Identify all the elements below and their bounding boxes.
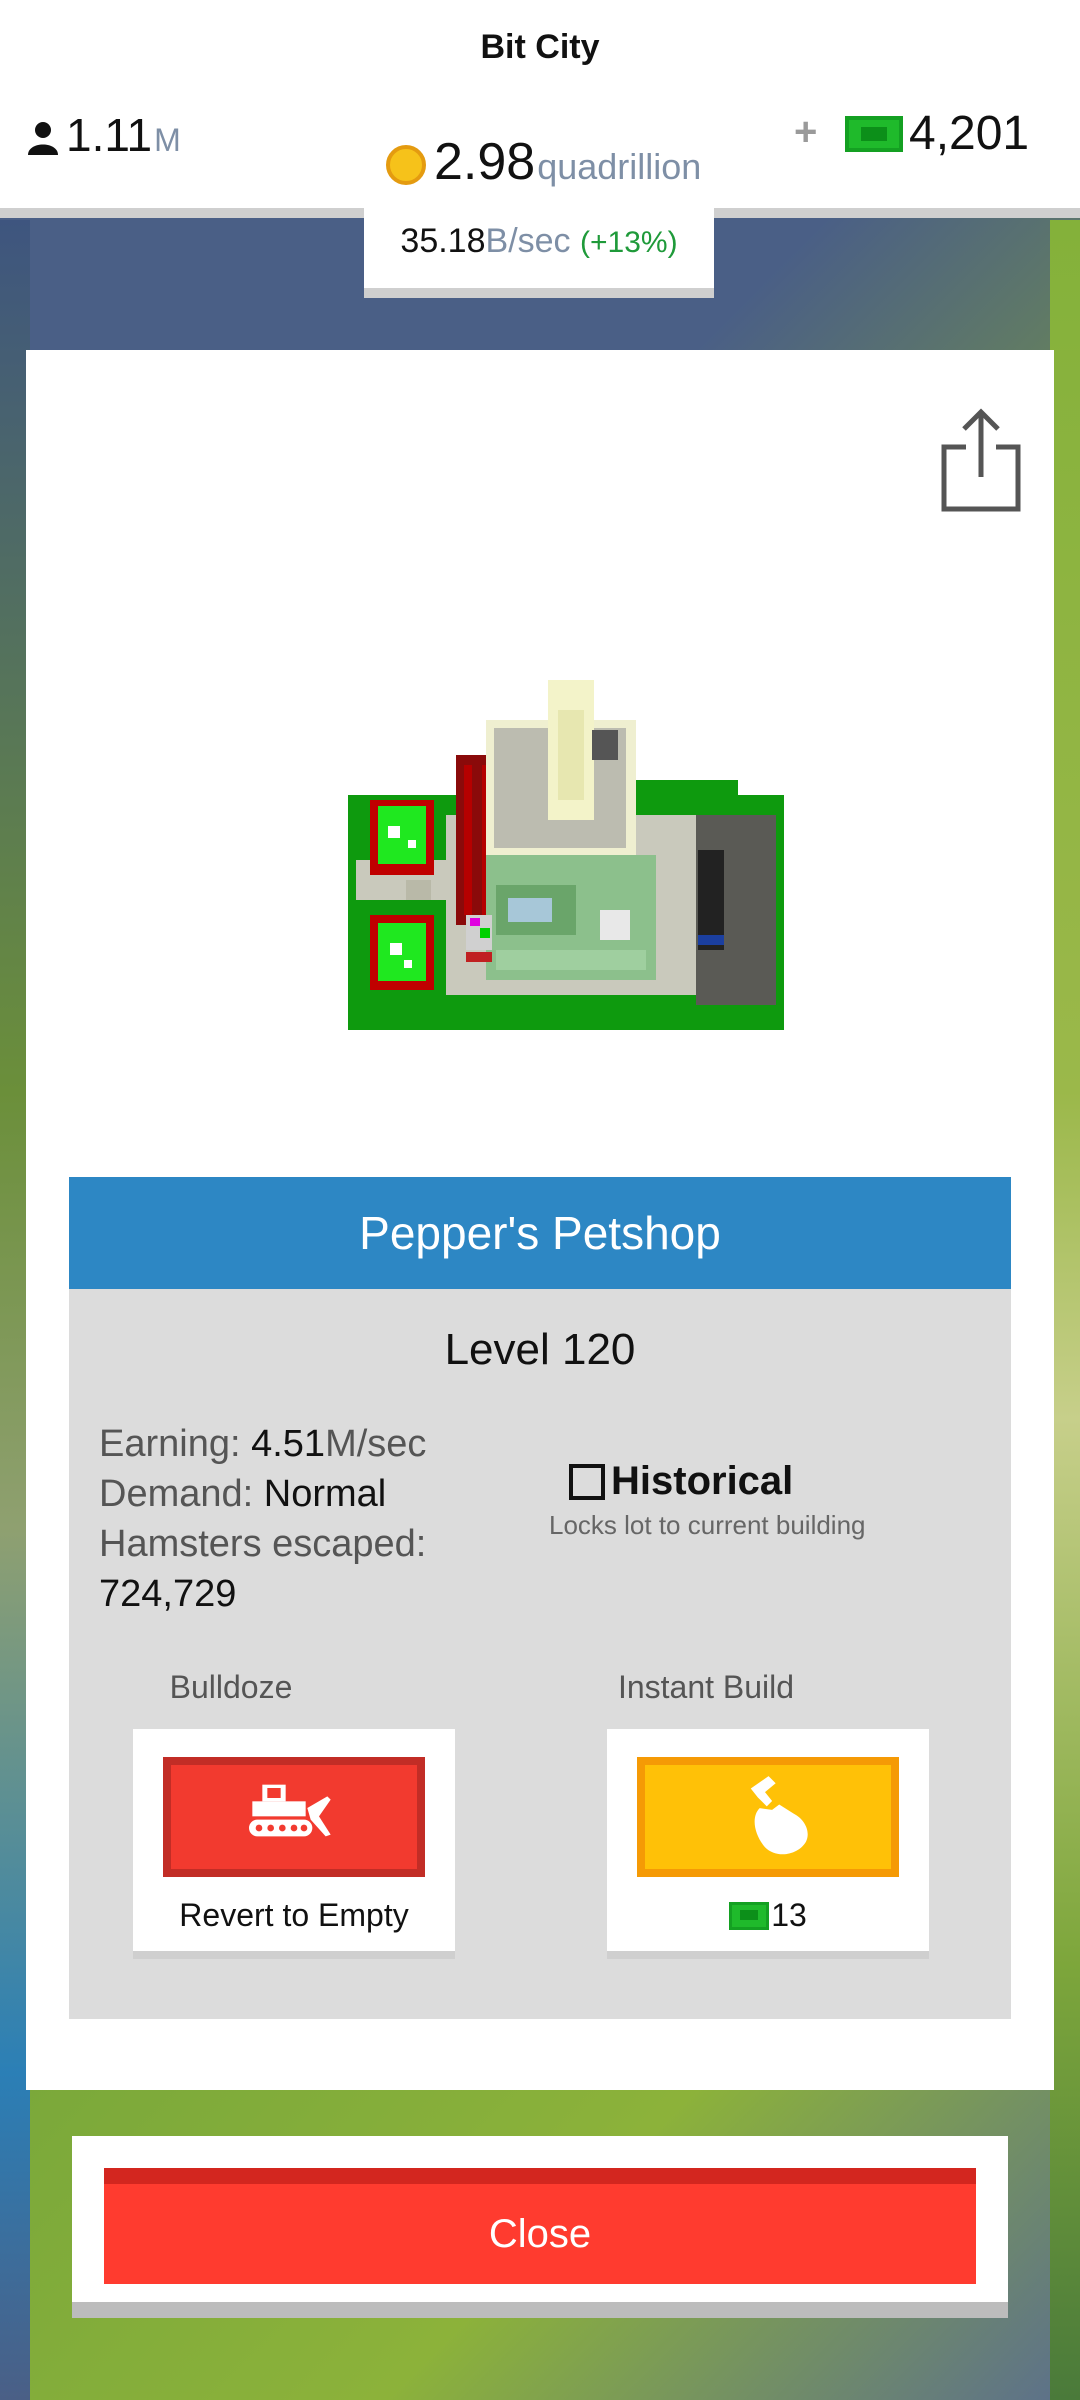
- earning-value: 4.51: [251, 1423, 326, 1465]
- historical-label: Historical: [611, 1459, 794, 1503]
- hamsters-value: 724,729: [99, 1573, 237, 1615]
- close-button[interactable]: Close: [104, 2168, 976, 2284]
- instant-build-label: Instant Build: [617, 1669, 795, 1705]
- bulldozer-icon: [249, 1784, 331, 1837]
- building-info-panel: Level 120 Earning: 4.51M/sec Demand: Nor…: [69, 1289, 1011, 2019]
- instant-build-button[interactable]: [637, 1757, 899, 1877]
- coin-icon: [386, 145, 426, 185]
- population-value: 1.11: [66, 109, 153, 161]
- cash-value: 4,201: [909, 107, 1030, 160]
- demand-value: Normal: [263, 1473, 387, 1515]
- earning-row: Earning: 4.51M/sec: [99, 1419, 426, 1469]
- coins-unit: quadrillion: [537, 146, 702, 187]
- income-rate: 35.18B/sec (+13%): [364, 222, 714, 261]
- top-status-bar: Bit City 1.11 M 2.98 quadrillion + 4,201: [0, 0, 1080, 218]
- building-name-bar: Pepper's Petshop: [69, 1177, 1011, 1289]
- population-display: 1.11 M: [26, 108, 181, 162]
- historical-toggle[interactable]: Historical Locks lot to current building: [549, 1459, 866, 1541]
- bulldoze-caption: Revert to Empty: [179, 1897, 409, 1933]
- share-icon[interactable]: [936, 405, 1026, 515]
- coins-display: 2.98 quadrillion: [386, 132, 701, 192]
- building-voxel-image: [348, 680, 784, 1030]
- map-background-right: [1050, 220, 1080, 2400]
- instant-build-cost-value: 13: [771, 1897, 807, 1933]
- cash-icon: [729, 1901, 770, 1930]
- rate-bonus: (+13%): [580, 226, 678, 259]
- rate-value: 35.18: [400, 222, 486, 260]
- building-stats: Earning: 4.51M/sec Demand: Normal Hamste…: [99, 1419, 426, 1619]
- instant-build-cost: 13: [607, 1897, 929, 1934]
- cash-icon: [845, 115, 903, 152]
- population-unit: M: [154, 122, 181, 158]
- demand-label: Demand:: [99, 1473, 264, 1515]
- earning-label: Earning:: [99, 1423, 252, 1465]
- historical-checkbox[interactable]: [569, 1463, 605, 1500]
- demand-row: Demand: Normal: [99, 1469, 426, 1519]
- hamsters-label: Hamsters escaped:: [99, 1523, 427, 1565]
- city-name: Bit City: [480, 28, 600, 66]
- instant-build-card: 13: [607, 1729, 929, 1959]
- bulldoze-button[interactable]: [163, 1757, 425, 1877]
- historical-subtitle: Locks lot to current building: [549, 1510, 866, 1540]
- rate-unit: B/sec: [485, 222, 571, 260]
- building-level: Level 120: [444, 1325, 636, 1374]
- person-icon: [28, 122, 58, 155]
- building-dialog: Pepper's Petshop Level 120 Earning: 4.51…: [26, 350, 1054, 2090]
- historical-row[interactable]: Historical: [569, 1459, 866, 1504]
- earning-unit: M/sec: [325, 1423, 427, 1465]
- add-cash-button[interactable]: +: [794, 110, 817, 155]
- hammer-hand-icon: [750, 1776, 808, 1855]
- bulldoze-card: Revert to Empty: [133, 1729, 455, 1959]
- bulldoze-label: Bulldoze: [169, 1669, 293, 1705]
- income-rate-box: 35.18B/sec (+13%): [364, 208, 714, 298]
- coins-value: 2.98: [434, 133, 536, 191]
- close-panel: Close: [72, 2136, 1008, 2318]
- cash-display[interactable]: 4,201: [845, 106, 1029, 161]
